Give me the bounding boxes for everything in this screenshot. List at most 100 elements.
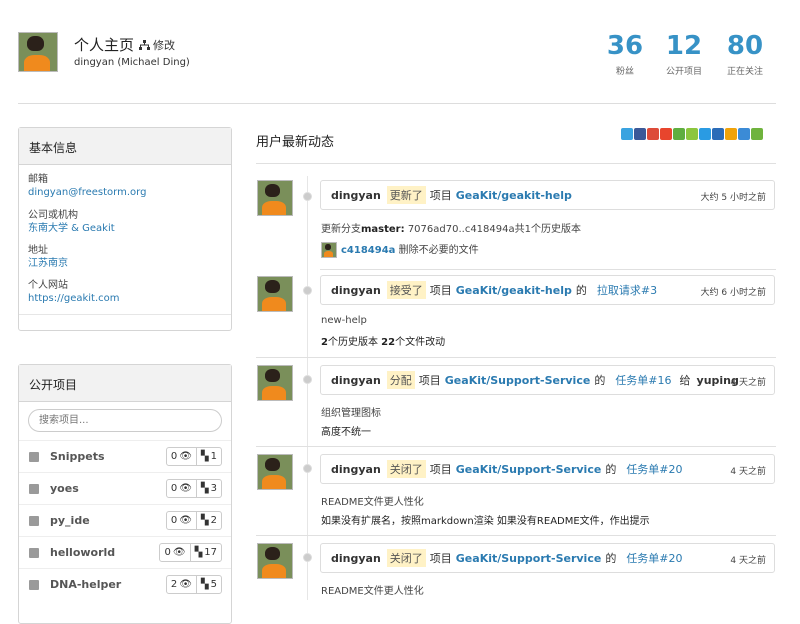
event-time: 4 天之前 xyxy=(730,467,766,477)
project-counters: 0 👁 ▚ 17 xyxy=(159,543,222,562)
stat-following[interactable]: 80 正在关注 xyxy=(715,32,775,77)
share-icon[interactable] xyxy=(738,128,750,140)
event-avatar[interactable] xyxy=(257,365,293,401)
event-avatar[interactable] xyxy=(257,180,293,216)
event-action-badge: 接受了 xyxy=(386,281,426,299)
event-repo-link[interactable]: GeaKit/Support-Service xyxy=(445,374,591,387)
event-card: dingyan 分配 项目 GeaKit/Support-Service 的 任… xyxy=(320,365,775,395)
timeline-line xyxy=(307,176,308,600)
project-counters: 2 👁 ▚ 5 xyxy=(165,575,222,594)
file-count: 22 xyxy=(381,337,396,348)
assign-word: 给 xyxy=(679,374,691,387)
watchers-count[interactable]: 0 👁 xyxy=(167,480,196,497)
event-repo-link[interactable]: GeaKit/geakit-help xyxy=(456,189,572,202)
email-link[interactable]: dingyan@freestorm.org xyxy=(28,186,146,199)
page-title: 个人主页 xyxy=(74,36,135,54)
timeline-dot xyxy=(303,375,312,384)
event-avatar[interactable] xyxy=(257,276,293,312)
forks-count[interactable]: ▚ 17 xyxy=(189,544,221,561)
stat-public-projects[interactable]: 12 公开项目 xyxy=(654,32,714,77)
edit-profile-link[interactable]: 修改 xyxy=(139,37,175,53)
forks-count[interactable]: ▚ 2 xyxy=(195,512,221,529)
event-repo-link[interactable]: GeaKit/geakit-help xyxy=(456,284,572,297)
address-link[interactable]: 江苏南京 xyxy=(28,257,68,270)
forks-count[interactable]: ▚ 5 xyxy=(195,576,221,593)
event-target-link[interactable]: 任务单#16 xyxy=(615,372,671,388)
share-icon[interactable] xyxy=(725,128,737,140)
event-time: 大约 6 小时之前 xyxy=(700,288,766,298)
event-user-link[interactable]: dingyan xyxy=(331,374,381,387)
watchers-count[interactable]: 0 👁 xyxy=(167,448,196,465)
commit-count-label: 个历史版本 xyxy=(327,337,382,348)
project-counters: 0 👁 ▚ 1 xyxy=(165,447,222,466)
address-label: 地址 xyxy=(28,245,48,256)
project-name[interactable]: Snippets xyxy=(50,450,105,463)
commit-line: c418494a 删除不必要的文件 xyxy=(321,241,479,258)
fork-icon: ▚ xyxy=(200,451,209,462)
event-object-word: 项目 xyxy=(429,284,452,297)
share-icon[interactable] xyxy=(686,128,698,140)
event-avatar[interactable] xyxy=(257,454,293,490)
stat-followers[interactable]: 36 粉丝 xyxy=(595,32,655,77)
forks-count[interactable]: ▚ 1 xyxy=(195,448,221,465)
project-name[interactable]: yoes xyxy=(50,482,79,495)
event-user-link[interactable]: dingyan xyxy=(331,189,381,202)
repo-icon xyxy=(29,452,39,462)
event-user-link[interactable]: dingyan xyxy=(331,284,381,297)
share-icon[interactable] xyxy=(712,128,724,140)
website-label: 个人网站 xyxy=(28,280,68,291)
project-row[interactable]: helloworld 0 👁 ▚ 17 xyxy=(19,536,231,568)
commit-message: 删除不必要的文件 xyxy=(398,245,479,256)
project-row[interactable]: yoes 0 👁 ▚ 3 xyxy=(19,472,231,504)
event-target-link[interactable]: 任务单#20 xyxy=(626,550,682,566)
share-icon[interactable] xyxy=(673,128,685,140)
timeline-dot xyxy=(303,286,312,295)
watchers-count[interactable]: 0 👁 xyxy=(160,544,189,561)
project-row[interactable]: py_ide 0 👁 ▚ 2 xyxy=(19,504,231,536)
project-row[interactable]: DNA-helper 2 👁 ▚ 5 xyxy=(19,568,231,600)
event-action-badge: 关闭了 xyxy=(386,549,426,567)
watchers-value: 0 xyxy=(164,547,171,558)
repo-icon xyxy=(29,580,39,590)
stat-following-count: 80 xyxy=(726,31,764,61)
project-name[interactable]: DNA-helper xyxy=(50,578,121,591)
project-name[interactable]: helloworld xyxy=(50,546,115,559)
event-repo-link[interactable]: GeaKit/Support-Service xyxy=(456,552,602,565)
share-icon[interactable] xyxy=(634,128,646,140)
project-row[interactable]: Snippets 0 👁 ▚ 1 xyxy=(19,440,231,472)
event-user-link[interactable]: dingyan xyxy=(331,552,381,565)
share-icon[interactable] xyxy=(660,128,672,140)
share-icon[interactable] xyxy=(621,128,633,140)
watchers-count[interactable]: 2 👁 xyxy=(167,576,196,593)
branch-range: 7076ad70..c418494a共1个历史版本 xyxy=(407,224,581,235)
share-icon[interactable] xyxy=(699,128,711,140)
company-link[interactable]: 东南大学 & Geakit xyxy=(28,222,115,235)
watchers-count[interactable]: 0 👁 xyxy=(167,512,196,529)
timeline-dot xyxy=(303,553,312,562)
event-repo-link[interactable]: GeaKit/Support-Service xyxy=(456,463,602,476)
project-counters: 0 👁 ▚ 3 xyxy=(165,479,222,498)
eye-icon: 👁 xyxy=(172,547,186,558)
event-user-link[interactable]: dingyan xyxy=(331,463,381,476)
commit-hash-link[interactable]: c418494a xyxy=(341,245,395,256)
website-link[interactable]: https://geakit.com xyxy=(28,292,120,305)
event-target-link[interactable]: 任务单#20 xyxy=(626,461,682,477)
event-action-badge: 更新了 xyxy=(386,186,426,204)
commit-author-avatar[interactable] xyxy=(321,242,337,258)
profile-avatar[interactable] xyxy=(18,32,58,72)
event-avatar[interactable] xyxy=(257,543,293,579)
stat-projects-count: 12 xyxy=(665,31,703,61)
project-name[interactable]: py_ide xyxy=(50,514,90,527)
share-icon[interactable] xyxy=(647,128,659,140)
event-card: dingyan 接受了 项目 GeaKit/geakit-help 的 拉取请求… xyxy=(320,275,775,305)
timeline-dot xyxy=(303,192,312,201)
event-target-link[interactable]: 拉取请求#3 xyxy=(597,282,657,298)
event-time: 4 天之前 xyxy=(730,378,766,388)
share-icon[interactable] xyxy=(751,128,763,140)
branch-prefix: 更新分支 xyxy=(321,224,361,235)
feed-divider xyxy=(256,163,776,164)
project-search-input[interactable] xyxy=(28,409,222,432)
timeline-dot xyxy=(303,464,312,473)
email-field: 邮箱 dingyan@freestorm.org xyxy=(28,173,146,199)
forks-count[interactable]: ▚ 3 xyxy=(195,480,221,497)
